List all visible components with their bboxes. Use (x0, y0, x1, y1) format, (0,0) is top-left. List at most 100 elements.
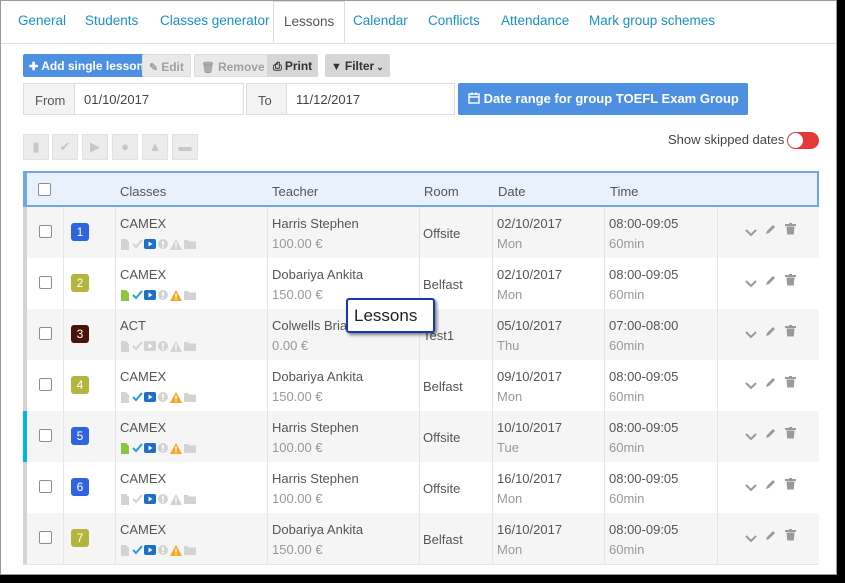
check-icon[interactable] (132, 392, 143, 402)
folder-icon[interactable] (184, 392, 196, 402)
video-icon[interactable] (144, 443, 156, 453)
trash-icon[interactable] (785, 529, 796, 544)
warning-icon[interactable] (170, 443, 182, 454)
cell-divider (717, 360, 718, 411)
pencil-icon[interactable] (765, 274, 777, 289)
video-icon[interactable] (144, 290, 156, 300)
chevron-down-icon[interactable] (745, 429, 757, 444)
check-icon[interactable] (132, 290, 143, 300)
chevron-down-icon[interactable] (745, 327, 757, 342)
folder-icon[interactable] (184, 545, 196, 555)
video-icon[interactable] (144, 494, 156, 504)
check-icon[interactable] (132, 341, 143, 351)
pencil-icon[interactable] (765, 529, 777, 544)
tab-classes-generator[interactable]: Classes generator (160, 13, 270, 28)
table-row[interactable]: 7 CAMEX Dobariya Ankita 150.00 € Belfast 16/1… (23, 513, 819, 565)
folder-icon[interactable] (184, 290, 196, 300)
video-icon[interactable] (144, 392, 156, 402)
info-icon[interactable] (158, 290, 168, 300)
warning-icon[interactable] (170, 341, 182, 352)
trash-icon[interactable] (785, 274, 796, 289)
table-row[interactable]: 1 CAMEX Harris Stephen 100.00 € Offsite 02/10… (23, 207, 819, 259)
info-icon[interactable] (158, 545, 168, 555)
tab-attendance[interactable]: Attendance (501, 13, 569, 28)
document-icon[interactable] (120, 392, 130, 403)
edit-button[interactable]: ✎ Edit (142, 54, 191, 77)
warning-icon[interactable] (170, 392, 182, 403)
row-checkbox[interactable] (39, 531, 52, 544)
filter-button[interactable]: ▼ Filter ⌄ (325, 54, 390, 77)
tab-calendar[interactable]: Calendar (353, 13, 408, 28)
row-checkbox[interactable] (39, 429, 52, 442)
check-icon[interactable] (132, 239, 143, 249)
video-filter-button[interactable]: ▶ (82, 134, 108, 160)
warning-icon[interactable] (170, 239, 182, 250)
chevron-down-icon[interactable] (745, 276, 757, 291)
remove-button[interactable]: 🗑 Remove (194, 54, 272, 77)
trash-icon[interactable] (785, 376, 796, 391)
add-single-lesson-button[interactable]: ✚ Add single lesson (23, 54, 150, 77)
tab-students[interactable]: Students (85, 13, 138, 28)
folder-icon[interactable] (184, 494, 196, 504)
info-icon[interactable] (158, 341, 168, 351)
trash-icon[interactable] (785, 427, 796, 442)
check-icon[interactable] (132, 494, 143, 504)
video-icon[interactable] (144, 545, 156, 555)
document-icon[interactable] (120, 494, 130, 505)
trash-icon[interactable] (785, 478, 796, 493)
select-all-checkbox[interactable] (38, 183, 51, 196)
folder-icon[interactable] (184, 341, 196, 351)
folder-icon[interactable] (184, 239, 196, 249)
chevron-down-icon[interactable] (745, 531, 757, 546)
row-checkbox[interactable] (39, 225, 52, 238)
check-icon[interactable] (132, 443, 143, 453)
info-icon[interactable] (158, 239, 168, 249)
tab-lessons[interactable]: Lessons (273, 1, 346, 43)
trash-icon[interactable] (785, 223, 796, 238)
pencil-icon[interactable] (765, 325, 777, 340)
row-checkbox[interactable] (39, 276, 52, 289)
to-date-input[interactable]: 11/12/2017 (286, 83, 455, 115)
video-icon[interactable] (144, 341, 156, 351)
document-icon[interactable] (120, 290, 130, 301)
info-icon[interactable] (158, 443, 168, 453)
table-row[interactable]: 5 CAMEX Harris Stephen 100.00 € Offsite 10/10… (23, 411, 819, 463)
trash-icon[interactable] (785, 325, 796, 340)
document-icon[interactable] (120, 239, 130, 250)
warning-filter-button[interactable]: ▲ (142, 134, 168, 160)
row-checkbox[interactable] (39, 378, 52, 391)
document-icon[interactable] (120, 545, 130, 556)
chevron-down-icon[interactable] (745, 480, 757, 495)
tab-general[interactable]: General (18, 13, 66, 28)
folder-icon[interactable] (184, 443, 196, 453)
pencil-icon[interactable] (765, 223, 777, 238)
table-row[interactable]: 4 CAMEX Dobariya Ankita 150.00 € Belfast 09/1… (23, 360, 819, 412)
warning-icon[interactable] (170, 545, 182, 556)
from-date-input[interactable]: 01/10/2017 (74, 83, 244, 115)
chevron-down-icon[interactable] (745, 378, 757, 393)
info-icon[interactable] (158, 494, 168, 504)
document-icon[interactable] (120, 443, 130, 454)
check-icon[interactable] (132, 545, 143, 555)
info-filter-button[interactable]: ● (112, 134, 138, 160)
check-filter-button[interactable]: ✔ (52, 134, 78, 160)
pencil-icon[interactable] (765, 427, 777, 442)
show-skipped-toggle[interactable] (787, 132, 819, 149)
pencil-icon[interactable] (765, 478, 777, 493)
tab-conflicts[interactable]: Conflicts (428, 13, 480, 28)
row-checkbox[interactable] (39, 327, 52, 340)
warning-icon[interactable] (170, 290, 182, 301)
doc-filter-button[interactable]: ▮ (23, 134, 49, 160)
chevron-down-icon[interactable] (745, 225, 757, 240)
warning-icon[interactable] (170, 494, 182, 505)
row-checkbox[interactable] (39, 480, 52, 493)
print-button[interactable]: ⎙ Print (267, 54, 319, 77)
pencil-icon[interactable] (765, 376, 777, 391)
tab-mark-group-schemes[interactable]: Mark group schemes (589, 13, 715, 28)
date-range-group-button[interactable]: Date range for group TOEFL Exam Group ⌄ (458, 83, 748, 121)
video-icon[interactable] (144, 239, 156, 249)
info-icon[interactable] (158, 392, 168, 402)
table-row[interactable]: 6 CAMEX Harris Stephen 100.00 € Offsite 16/10… (23, 462, 819, 514)
folder-filter-button[interactable]: ▬ (172, 134, 198, 160)
document-icon[interactable] (120, 341, 130, 352)
